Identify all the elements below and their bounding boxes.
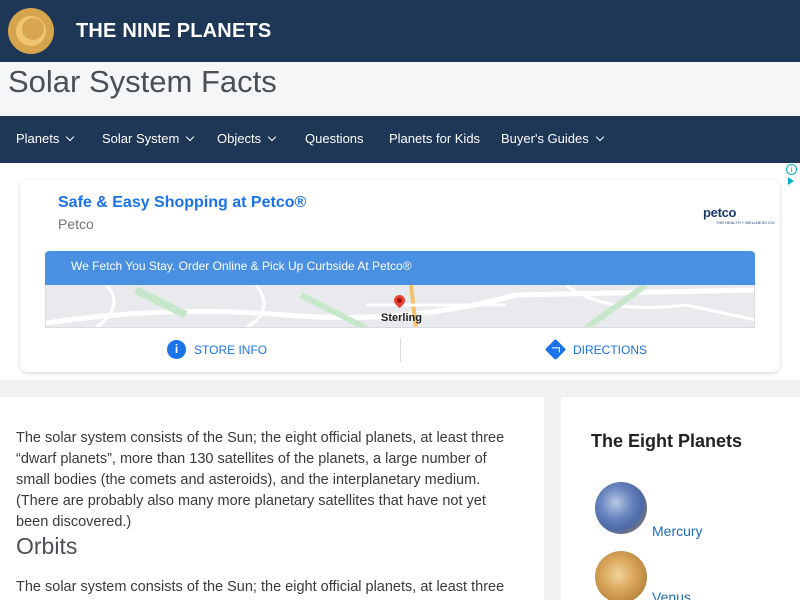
chevron-down-icon: [267, 132, 277, 141]
nav-item-objects[interactable]: Objects: [217, 131, 277, 146]
ad-banner[interactable]: We Fetch You Stay. Order Online & Pick U…: [45, 251, 755, 285]
nav-item-questions[interactable]: Questions: [305, 131, 364, 146]
nav-item-solar-system[interactable]: Solar System: [102, 131, 195, 146]
petco-logo[interactable]: petco: [703, 205, 736, 220]
store-info-button[interactable]: i STORE INFO: [167, 340, 267, 359]
info-icon: i: [167, 340, 186, 359]
site-title[interactable]: THE NINE PLANETS: [76, 20, 271, 43]
intro-paragraph: The solar system consists of the Sun; th…: [16, 430, 505, 530]
site-logo-icon[interactable]: [8, 8, 54, 54]
venus-image[interactable]: [595, 551, 647, 600]
nav-label: Buyer's Guides: [501, 131, 589, 146]
nav-item-buyers-guides[interactable]: Buyer's Guides: [501, 131, 604, 146]
chevron-down-icon: [595, 132, 604, 141]
nav-label: Planets: [16, 131, 60, 146]
map-label: Sterling: [381, 312, 422, 324]
section-paragraph: The solar system consists of the Sun; th…: [16, 579, 505, 595]
nav-item-planets[interactable]: Planets: [16, 131, 75, 146]
planet-link-venus[interactable]: Venus: [652, 589, 691, 600]
directions-icon: [544, 338, 567, 361]
nav-label: Objects: [217, 131, 262, 146]
ad-choices-icon[interactable]: [788, 177, 794, 185]
chevron-down-icon: [66, 132, 75, 141]
ad-advertiser: Petco: [58, 216, 94, 232]
directions-button[interactable]: DIRECTIONS: [544, 338, 648, 361]
mercury-image[interactable]: [595, 482, 647, 534]
nav-item-planets-for-kids[interactable]: Planets for Kids: [389, 131, 480, 146]
page-title: Solar System Facts: [8, 64, 277, 99]
store-info-label: STORE INFO: [194, 342, 268, 357]
nav-label: Planets for Kids: [389, 131, 481, 146]
ad-headline[interactable]: Safe & Easy Shopping at Petco®: [58, 194, 306, 212]
ad-divider: [400, 338, 401, 362]
section-heading: Orbits: [16, 533, 78, 559]
petco-logo-subtext: THE HEALTH + WELLNESS CO.: [716, 220, 776, 225]
chevron-down-icon: [186, 132, 195, 141]
directions-label: DIRECTIONS: [573, 342, 648, 357]
ad-info-icon[interactable]: i: [786, 164, 797, 175]
nav-label: Questions: [305, 131, 364, 146]
nav-label: Solar System: [102, 131, 180, 146]
sidebar-title: The Eight Planets: [591, 431, 743, 451]
planet-link-mercury[interactable]: Mercury: [652, 523, 703, 539]
